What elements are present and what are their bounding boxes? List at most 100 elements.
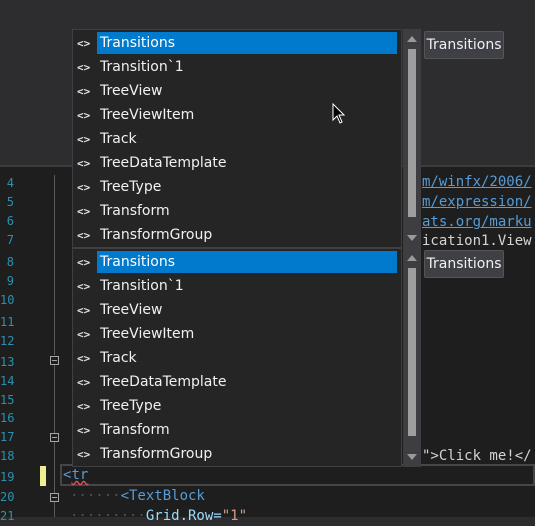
completion-item[interactable]: <> Track: [73, 128, 403, 152]
completion-item[interactable]: <> TreeDataTemplate: [73, 371, 403, 395]
completion-item-label: TreeType: [100, 398, 162, 414]
completion-item-label: Transition`1: [100, 59, 184, 75]
completion-item[interactable]: <> Transition`1: [73, 56, 403, 80]
completion-item[interactable]: <> TreeView: [73, 80, 403, 104]
mouse-pointer-icon: [332, 103, 346, 124]
element-icon: <>: [77, 352, 91, 365]
element-icon: <>: [77, 157, 91, 170]
fold-guide: [54, 175, 55, 355]
code-line: ·········Grid.Row="1": [70, 508, 248, 524]
completion-item-label: TransformGroup: [100, 446, 213, 462]
completion-item[interactable]: <> TreeDataTemplate: [73, 152, 403, 176]
element-icon: <>: [77, 229, 91, 242]
scroll-down-arrow-icon[interactable]: [407, 235, 417, 241]
completion-tooltip: Transitions: [424, 250, 504, 278]
fold-guide: [54, 365, 55, 435]
line-number: 12: [0, 334, 15, 348]
line-number: 19: [0, 470, 15, 484]
completion-scrollbar[interactable]: [403, 29, 421, 248]
completion-item[interactable]: <> TransformGroup: [73, 224, 403, 248]
element-icon: <>: [77, 37, 91, 50]
code-text: ication1.View: [422, 233, 532, 249]
element-icon: <>: [77, 376, 91, 389]
completion-item-label: Track: [100, 350, 137, 366]
collapse-icon[interactable]: [50, 433, 59, 442]
completion-item[interactable]: <> TransformGroup: [73, 443, 403, 467]
completion-item[interactable]: <> Track: [73, 347, 403, 371]
completion-item[interactable]: <> TreeType: [73, 395, 403, 419]
line-number: 20: [0, 490, 15, 504]
element-icon: <>: [77, 256, 91, 269]
completion-item[interactable]: <> Transitions: [73, 32, 403, 56]
scroll-thumb[interactable]: [408, 268, 416, 436]
element-icon: <>: [77, 400, 91, 413]
collapse-icon[interactable]: [50, 356, 59, 365]
completion-item-label: TreeDataTemplate: [100, 155, 227, 171]
completion-item-label: Transitions: [97, 32, 397, 54]
line-number: 5: [6, 195, 14, 209]
completion-item[interactable]: <> Transitions: [73, 251, 403, 275]
completion-item-label: TreeType: [100, 179, 162, 195]
completion-list[interactable]: <> Transitions <> Transition`1 <> TreeView …: [72, 248, 402, 467]
completion-item-label: TreeViewItem: [100, 326, 195, 342]
line-number: 17: [0, 430, 15, 444]
line-number: 4: [6, 176, 14, 190]
completion-item[interactable]: <> Transition`1: [73, 275, 403, 299]
completion-item[interactable]: <> TreeViewItem: [73, 104, 403, 128]
line-number: 8: [6, 255, 14, 269]
scroll-up-arrow-icon[interactable]: [407, 36, 417, 42]
code-tag: <TextBlock: [120, 488, 205, 504]
completion-item[interactable]: <> Transform: [73, 419, 403, 443]
completion-item[interactable]: <> TreeType: [73, 176, 403, 200]
completion-list[interactable]: <> Transitions <> Transition`1 <> TreeView …: [72, 29, 402, 248]
completion-item[interactable]: <> Transform: [73, 200, 403, 224]
element-icon: <>: [77, 280, 91, 293]
element-icon: <>: [77, 205, 91, 218]
element-icon: <>: [77, 328, 91, 341]
code-namespace-url[interactable]: m/winfx/2006/: [422, 172, 532, 192]
completion-item[interactable]: <> TreeViewItem: [73, 323, 403, 347]
element-icon: <>: [77, 109, 91, 122]
completion-item-label: TreeDataTemplate: [100, 374, 227, 390]
scroll-down-arrow-icon[interactable]: [407, 454, 417, 460]
code-text: ">Click me!</: [422, 448, 532, 464]
line-number: 18: [0, 449, 15, 463]
completion-item-label: Track: [100, 131, 137, 147]
fold-guide: [54, 442, 55, 517]
code-string: "1": [221, 508, 248, 524]
code-namespace-url[interactable]: ats.org/marku: [422, 212, 532, 232]
typed-text: tr: [71, 467, 89, 483]
completion-scrollbar[interactable]: [403, 248, 421, 467]
completion-item-label: TransformGroup: [100, 227, 213, 243]
element-icon: <>: [77, 424, 91, 437]
line-number: 10: [0, 293, 15, 307]
completion-item-label: Transform: [100, 422, 170, 438]
line-number: 21: [0, 509, 15, 523]
line-number: 16: [0, 411, 15, 425]
completion-item-label: TreeViewItem: [100, 107, 195, 123]
completion-item-label: Transitions: [97, 251, 397, 273]
line-number: 11: [0, 315, 15, 329]
completion-item-label: TreeView: [100, 302, 163, 318]
completion-item[interactable]: <> TreeView: [73, 299, 403, 323]
line-number: 7: [6, 233, 14, 247]
line-number: 9: [6, 274, 14, 288]
line-number: 14: [0, 374, 15, 388]
line-number: 13: [0, 355, 15, 369]
current-line-highlight: [60, 464, 535, 486]
code-line: ······<TextBlock: [70, 488, 205, 504]
completion-item-label: TreeView: [100, 83, 163, 99]
completion-tooltip: Transitions: [424, 31, 504, 59]
element-icon: <>: [77, 133, 91, 146]
current-line-code[interactable]: <tr: [63, 465, 88, 485]
collapse-icon[interactable]: [50, 493, 59, 502]
line-number: 15: [0, 393, 15, 407]
code-namespace-url[interactable]: m/expression/: [422, 192, 532, 212]
scroll-up-arrow-icon[interactable]: [407, 255, 417, 261]
element-icon: <>: [77, 181, 91, 194]
scroll-thumb[interactable]: [408, 49, 416, 217]
line-number: 6: [6, 214, 14, 228]
element-icon: <>: [77, 448, 91, 461]
element-icon: <>: [77, 304, 91, 317]
change-marker: [40, 466, 46, 486]
